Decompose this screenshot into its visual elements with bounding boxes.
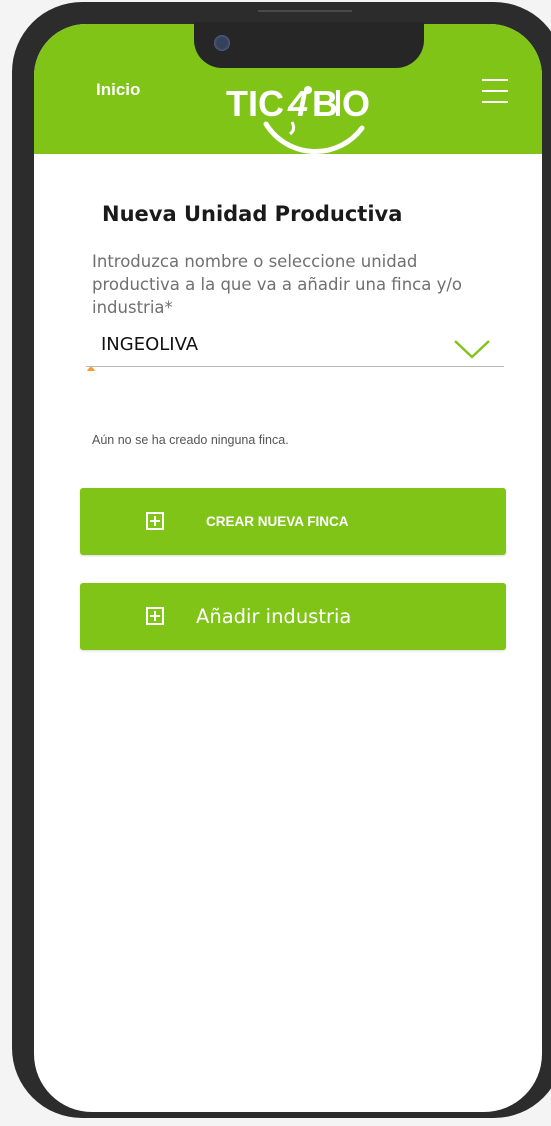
svg-text:O: O <box>342 83 370 124</box>
warning-marker-icon <box>87 367 95 371</box>
add-industry-label: Añadir industria <box>196 605 352 628</box>
page-title: Nueva Unidad Productiva <box>102 202 403 226</box>
empty-fincas-message: Aún no se ha creado ninguna finca. <box>92 433 289 447</box>
unidad-productiva-select[interactable]: INGEOLIVA <box>86 328 504 367</box>
unidad-productiva-label: Introduzca nombre o seleccione unidad pr… <box>92 252 463 317</box>
nav-home-link[interactable]: Inicio <box>96 80 140 100</box>
add-industry-button[interactable]: Añadir industria <box>80 583 506 650</box>
phone-frame: Inicio TIC 4 B O Nueva Unidad Productiva… <box>12 2 551 1118</box>
hamburger-icon[interactable] <box>482 79 510 105</box>
chevron-down-icon[interactable] <box>453 338 491 360</box>
front-camera <box>214 35 230 51</box>
phone-speaker <box>258 10 352 12</box>
plus-square-icon <box>146 512 164 530</box>
create-finca-button[interactable]: CREAR NUEVA FINCA <box>80 488 506 555</box>
plus-square-icon <box>146 607 164 625</box>
tic4bio-logo: TIC 4 B O <box>226 83 370 154</box>
app-screen: Inicio TIC 4 B O Nueva Unidad Productiva… <box>34 24 542 1112</box>
create-finca-label: CREAR NUEVA FINCA <box>206 514 349 529</box>
selected-unidad-value: INGEOLIVA <box>101 334 199 355</box>
svg-text:B: B <box>312 83 338 124</box>
svg-text:TIC: TIC <box>226 83 284 124</box>
